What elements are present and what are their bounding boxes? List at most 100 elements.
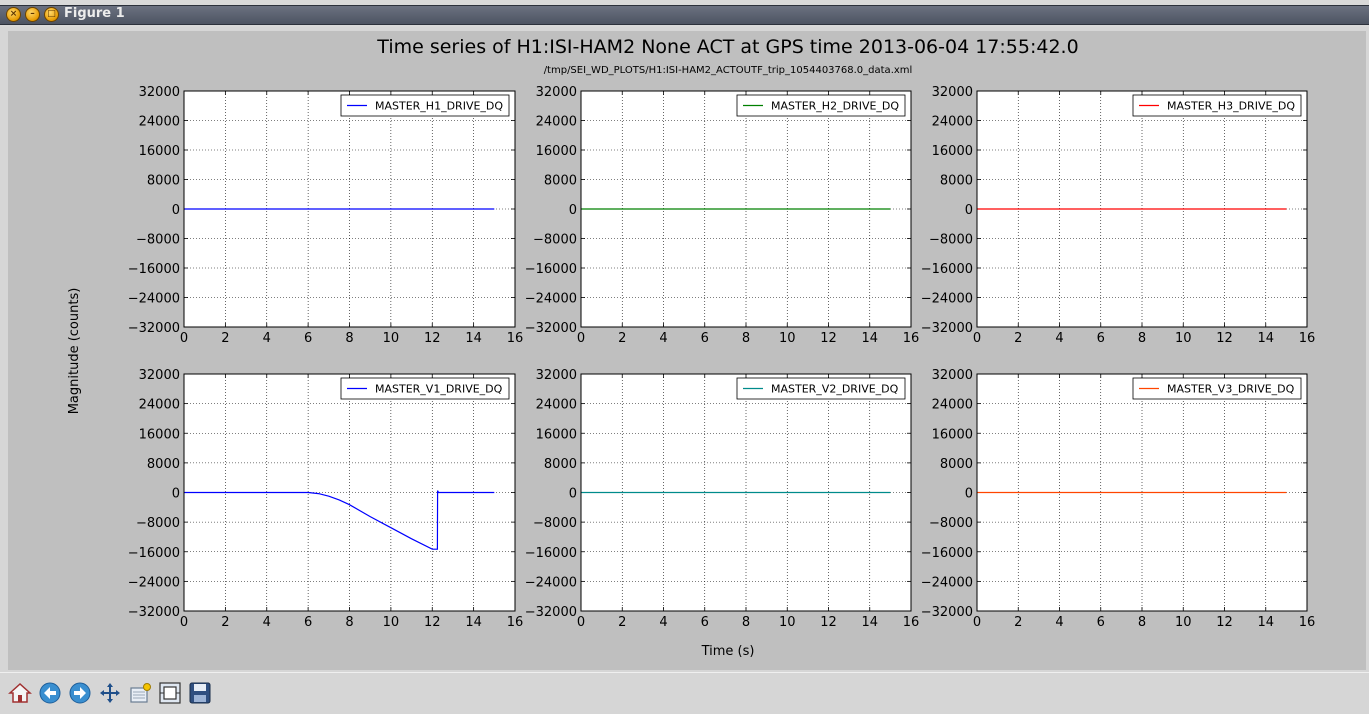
x-tick-label: 4 [263,331,271,346]
y-tick-label: 8000 [544,174,577,189]
x-tick-label: 6 [304,615,312,630]
x-tick-label: 16 [1299,615,1316,630]
y-tick-label: 16000 [932,144,973,159]
legend: MASTER_H3_DRIVE_DQ [1132,94,1302,117]
home-button[interactable] [6,679,34,707]
y-tick-label: 32000 [139,85,180,100]
navigation-toolbar [0,672,1369,714]
window-minimize-button[interactable]: – [25,7,40,22]
subplots-button[interactable] [156,679,184,707]
y-tick-label: 32000 [932,368,973,383]
y-tick-label: 0 [569,487,577,502]
x-tick-label: 10 [1175,331,1192,346]
x-tick-label: 4 [1055,615,1063,630]
y-tick-label: −8000 [929,516,973,531]
move-icon [100,683,120,703]
y-tick-label: 8000 [940,174,973,189]
x-tick-label: 2 [1014,331,1022,346]
x-tick-label: 10 [1175,615,1192,630]
x-tick-label: 10 [779,615,796,630]
y-tick-label: −16000 [921,546,973,561]
x-tick-label: 8 [742,331,750,346]
figure-canvas[interactable]: Time series of H1:ISI-HAM2 None ACT at G… [8,31,1366,670]
subplots-icon [159,682,181,704]
y-tick-label: 8000 [147,457,180,472]
y-tick-label: −16000 [525,262,577,277]
x-tick-label: 4 [1055,331,1063,346]
y-tick-label: 0 [965,203,973,218]
y-tick-label: −32000 [525,321,577,336]
arrow-right-icon [69,682,91,704]
figure-svg: Time series of H1:ISI-HAM2 None ACT at G… [67,36,1316,659]
x-tick-label: 2 [1014,615,1022,630]
y-tick-label: 0 [965,487,973,502]
x-tick-label: 8 [345,331,353,346]
x-tick-label: 0 [577,615,585,630]
x-tick-label: 8 [1138,615,1146,630]
subplot-1: 0 2 4 6 8 10 12 14 16 32000 24000 16000 8000 0 −8000 −1… [128,85,524,346]
zoom-rect-icon [130,683,151,703]
x-tick-label: 14 [465,331,482,346]
y-tick-label: 32000 [139,368,180,383]
x-tick-label: 2 [618,331,626,346]
x-tick-label: 4 [659,615,667,630]
save-button[interactable] [186,679,214,707]
y-tick-label: −8000 [533,233,577,248]
window-close-button[interactable]: × [6,7,21,22]
x-tick-label: 12 [820,331,837,346]
x-tick-label: 4 [659,331,667,346]
back-button[interactable] [36,679,64,707]
x-tick-label: 6 [701,331,709,346]
pan-button[interactable] [96,679,124,707]
y-tick-label: −32000 [128,605,180,620]
y-tick-label: −24000 [128,575,180,590]
y-tick-label: 24000 [139,398,180,413]
y-tick-label: −8000 [136,516,180,531]
x-tick-label: 16 [903,331,920,346]
y-tick-label: 24000 [932,398,973,413]
save-icon [189,682,211,704]
window-maximize-button[interactable]: □ [44,7,59,22]
subplot-2: 0 2 4 6 8 10 12 14 16 32000 24000 16000 8000 0 −8000 −1… [525,85,920,346]
y-tick-label: 24000 [536,398,577,413]
legend-label: MASTER_V1_DRIVE_DQ [375,383,503,396]
x-tick-label: 0 [973,331,981,346]
y-tick-label: 0 [172,203,180,218]
x-tick-label: 6 [1097,331,1105,346]
zoom-button[interactable] [126,679,154,707]
y-tick-label: 16000 [536,427,577,442]
y-tick-label: 32000 [932,85,973,100]
legend: MASTER_H2_DRIVE_DQ [736,94,906,117]
x-tick-label: 2 [221,615,229,630]
legend-label: MASTER_V2_DRIVE_DQ [771,383,899,396]
subplot-4: 0 2 4 6 8 10 12 14 16 32000 24000 16000 8000 0 −8000 −1… [128,368,524,630]
y-tick-label: 16000 [536,144,577,159]
y-tick-label: −24000 [128,292,180,307]
arrow-left-icon [39,682,61,704]
figure-title: Time series of H1:ISI-HAM2 None ACT at G… [376,36,1078,58]
y-tick-label: −24000 [525,575,577,590]
y-tick-label: −8000 [533,516,577,531]
y-tick-label: 24000 [139,115,180,130]
x-tick-label: 0 [973,615,981,630]
forward-button[interactable] [66,679,94,707]
y-tick-label: 24000 [932,115,973,130]
x-tick-label: 14 [465,615,482,630]
subplot-3: 0 2 4 6 8 10 12 14 16 32000 24000 16000 8000 0 −8000 −1… [921,85,1316,346]
x-tick-label: 14 [1257,331,1274,346]
x-tick-label: 2 [618,615,626,630]
y-tick-label: −16000 [128,546,180,561]
x-tick-label: 6 [701,615,709,630]
x-tick-label: 12 [424,615,441,630]
x-tick-label: 8 [345,615,353,630]
x-tick-label: 14 [861,615,878,630]
x-tick-label: 8 [742,615,750,630]
x-tick-label: 16 [1299,331,1316,346]
x-tick-label: 0 [180,331,188,346]
legend-label: MASTER_V3_DRIVE_DQ [1167,383,1295,396]
x-tick-label: 12 [424,331,441,346]
figure-subtitle: /tmp/SEI_WD_PLOTS/H1:ISI-HAM2_ACTOUTF_tr… [544,65,913,76]
subplots-group: 0 2 4 6 8 10 12 14 1632000240001600080000−8000−1… [128,85,1316,630]
x-tick-label: 6 [1097,615,1105,630]
y-tick-label: −16000 [128,262,180,277]
